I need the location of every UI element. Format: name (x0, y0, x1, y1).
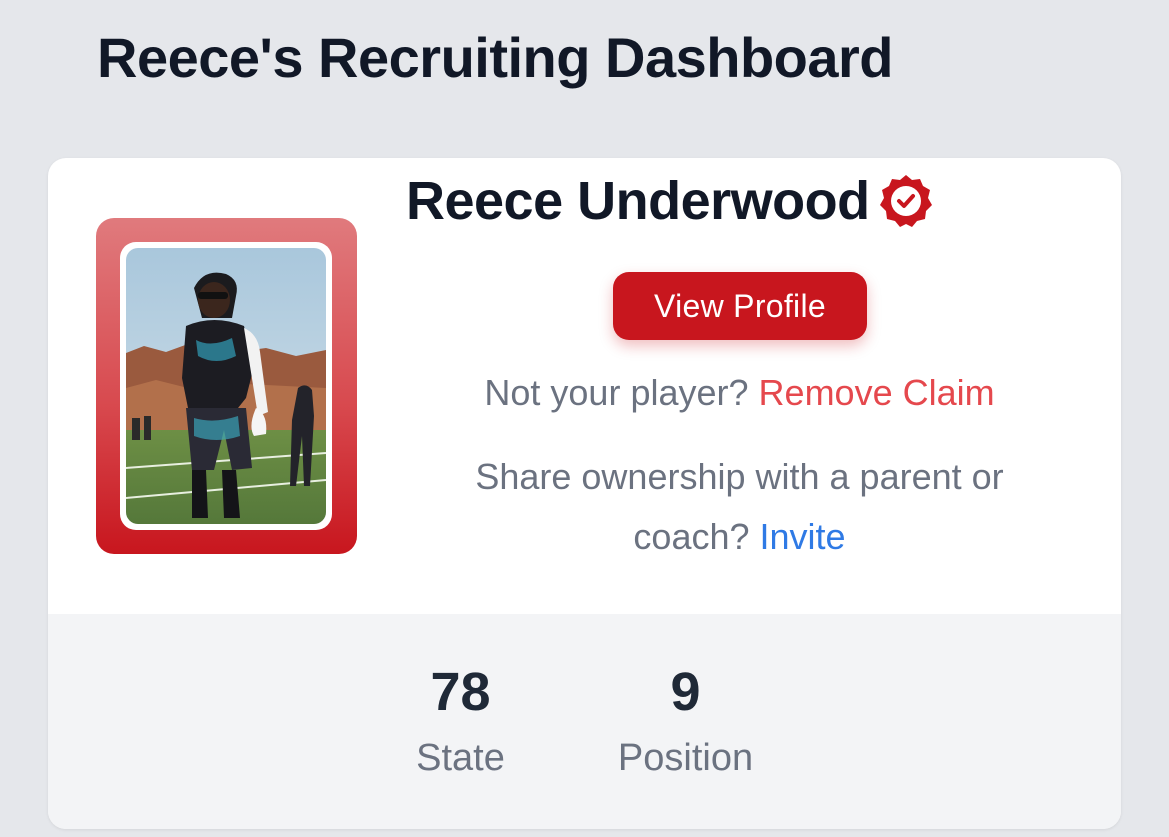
share-ownership-notice: Share ownership with a parent or coach? … (388, 447, 1091, 567)
player-card: Reece Underwood View Profile Not your pl… (48, 158, 1121, 829)
page-title: Reece's Recruiting Dashboard (97, 26, 894, 89)
verified-badge-icon (879, 175, 932, 227)
player-photo (126, 248, 326, 524)
player-name-row: Reece Underwood (406, 168, 936, 234)
claim-notice: Not your player? Remove Claim (388, 363, 1091, 423)
stat-label: State (416, 737, 505, 779)
stat-state: 78 State (388, 660, 533, 782)
not-your-player-text: Not your player? (484, 372, 749, 413)
stat-position: 9 Position (588, 660, 783, 782)
share-text-line2: coach? (633, 516, 750, 557)
view-profile-button[interactable]: View Profile (613, 272, 867, 340)
stats-footer (48, 614, 1121, 829)
invite-link[interactable]: Invite (760, 516, 846, 557)
stat-label: Position (617, 737, 754, 779)
stat-value: 9 (670, 662, 701, 722)
player-name: Reece Underwood (406, 171, 870, 231)
share-text-line1: Share ownership with a parent or (475, 456, 1004, 497)
stat-value: 78 (430, 662, 491, 722)
player-photo-frame[interactable] (96, 218, 357, 554)
remove-claim-link[interactable]: Remove Claim (759, 372, 995, 413)
photo-border (120, 242, 332, 530)
